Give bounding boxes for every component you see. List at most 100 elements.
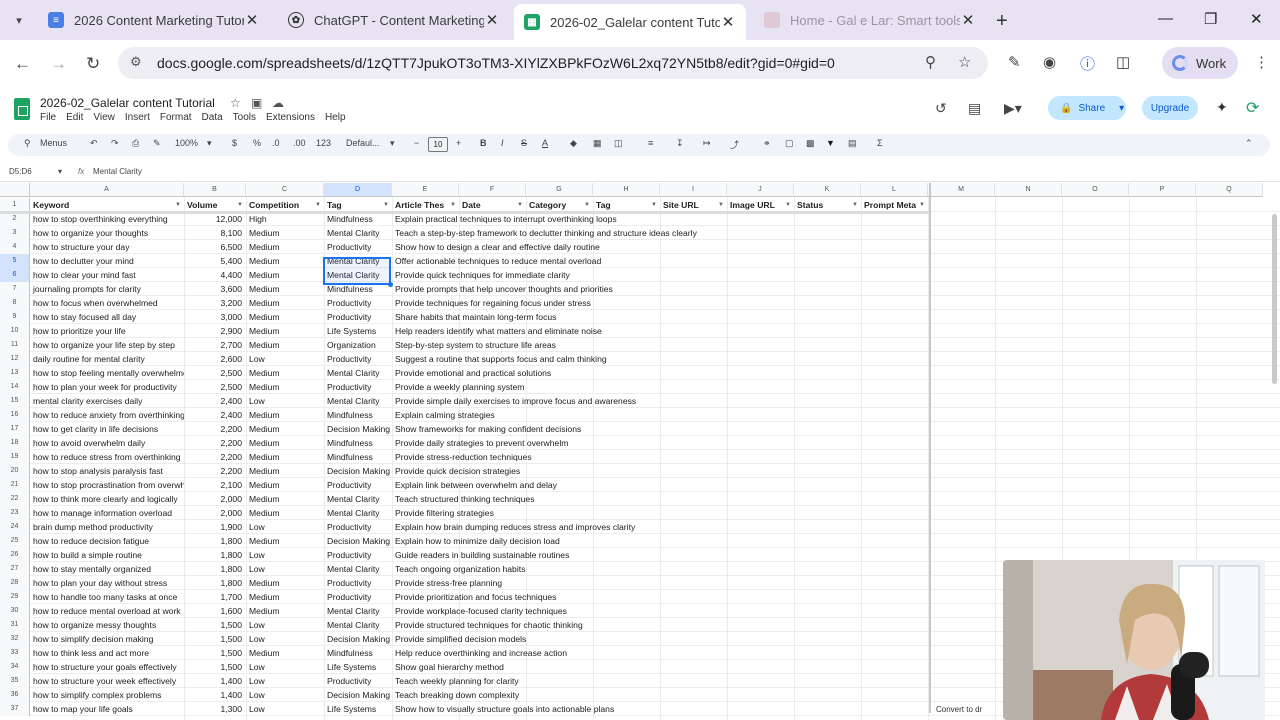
keyword-cell[interactable]: how to reduce stress from overthinking <box>30 450 184 464</box>
star-icon[interactable]: ☆ <box>230 96 241 110</box>
browser-tab-sheets[interactable]: ▦ 2026-02_Galelar content Tutori ✕ <box>514 4 746 40</box>
competition-cell[interactable]: Medium <box>246 408 324 422</box>
search-icon[interactable]: ⚲ <box>24 138 31 149</box>
forward-icon[interactable]: → <box>50 54 67 74</box>
tag-cell[interactable]: Mindfulness <box>324 408 392 422</box>
keyword-cell[interactable]: how to declutter your mind <box>30 254 184 268</box>
row-header[interactable]: 18 <box>0 436 30 450</box>
header-cell[interactable]: Category <box>526 198 593 212</box>
article-thesis-cell[interactable]: Provide simple daily exercises to improv… <box>392 394 792 408</box>
tag-cell[interactable]: Mindfulness <box>324 646 392 660</box>
volume-cell[interactable]: 1,800 <box>184 534 246 548</box>
article-thesis-cell[interactable]: Teach breaking down complexity <box>392 688 792 702</box>
tag-cell[interactable]: Mindfulness <box>324 450 392 464</box>
header-cell[interactable]: Image URL <box>727 198 794 212</box>
keyword-cell[interactable]: journaling prompts for clarity <box>30 282 184 296</box>
tab-search-icon[interactable]: ▾ <box>9 11 29 29</box>
volume-cell[interactable]: 1,500 <box>184 618 246 632</box>
article-thesis-cell[interactable]: Explain calming strategies <box>392 408 792 422</box>
keyword-cell[interactable]: daily routine for mental clarity <box>30 352 184 366</box>
row-header[interactable]: 14 <box>0 380 30 394</box>
competition-cell[interactable]: Low <box>246 548 324 562</box>
comment-icon[interactable]: ▢ <box>785 138 794 149</box>
row-header[interactable]: 28 <box>0 576 30 590</box>
row-header[interactable]: 36 <box>0 688 30 702</box>
url-text[interactable]: docs.google.com/spreadsheets/d/1zQTT7Jpu… <box>157 55 835 71</box>
gemini-icon[interactable]: ✦ <box>1216 99 1228 116</box>
volume-cell[interactable]: 1,500 <box>184 632 246 646</box>
tag-cell[interactable]: Productivity <box>324 576 392 590</box>
keyword-cell[interactable]: how to structure your goals effectively <box>30 660 184 674</box>
close-icon[interactable]: ✕ <box>960 11 976 29</box>
volume-cell[interactable]: 1,500 <box>184 660 246 674</box>
article-thesis-cell[interactable]: Teach a step-by-step framework to declut… <box>392 226 792 240</box>
tag-cell[interactable]: Productivity <box>324 296 392 310</box>
row-header[interactable]: 16 <box>0 408 30 422</box>
menu-format[interactable]: Format <box>160 112 192 123</box>
competition-cell[interactable]: Low <box>246 562 324 576</box>
pen-extension-icon[interactable]: ✎ <box>1008 53 1021 71</box>
row-header[interactable]: 32 <box>0 632 30 646</box>
article-thesis-cell[interactable]: Provide techniques for regaining focus u… <box>392 296 792 310</box>
column-header-l[interactable]: L <box>861 183 928 197</box>
keyword-cell[interactable]: how to plan your week for productivity <box>30 380 184 394</box>
keyword-cell[interactable]: how to simplify decision making <box>30 632 184 646</box>
meet-icon[interactable]: ▶▾ <box>1004 100 1022 117</box>
tag-cell[interactable]: Life Systems <box>324 702 392 716</box>
sheets-ai-icon[interactable]: ⟳ <box>1246 98 1259 118</box>
keyword-cell[interactable]: how to manage information overload <box>30 506 184 520</box>
browser-tab-docs[interactable]: ≡ 2026 Content Marketing Tutori ✕ <box>38 4 270 36</box>
row-header[interactable]: 13 <box>0 366 30 380</box>
row-header[interactable]: 22 <box>0 492 30 506</box>
volume-cell[interactable]: 2,700 <box>184 338 246 352</box>
keyword-cell[interactable]: how to reduce anxiety from overthinking <box>30 408 184 422</box>
header-cell[interactable]: Competition <box>246 198 324 212</box>
move-folder-icon[interactable]: ▣ <box>251 96 262 110</box>
volume-cell[interactable]: 2,000 <box>184 492 246 506</box>
tag-cell[interactable]: Mental Clarity <box>324 618 392 632</box>
close-icon[interactable]: ✕ <box>484 11 500 29</box>
collapse-toolbar-icon[interactable]: ⌃ <box>1245 138 1253 149</box>
article-thesis-cell[interactable]: Help reduce overthinking and increase ac… <box>392 646 792 660</box>
competition-cell[interactable]: Medium <box>246 478 324 492</box>
keyword-cell[interactable]: how to stop feeling mentally overwhelmed <box>30 366 184 380</box>
merge-cells-icon[interactable]: ◫ <box>614 138 623 149</box>
row-header[interactable]: 8 <box>0 296 30 310</box>
volume-cell[interactable]: 4,400 <box>184 268 246 282</box>
tag-cell[interactable]: Mental Clarity <box>324 492 392 506</box>
row-header[interactable]: 11 <box>0 338 30 352</box>
browser-tab-chatgpt[interactable]: ✿ ChatGPT - Content Marketing ✕ <box>278 4 510 36</box>
volume-cell[interactable]: 3,000 <box>184 310 246 324</box>
article-thesis-cell[interactable]: Provide workplace-focused clarity techni… <box>392 604 792 618</box>
article-thesis-cell[interactable]: Show how to visually structure goals int… <box>392 702 792 716</box>
browser-tab-home[interactable]: Home - Gal e Lar: Smart tools f ✕ <box>754 4 986 36</box>
fill-handle[interactable] <box>388 282 393 287</box>
column-header-a[interactable]: A <box>30 183 184 197</box>
competition-cell[interactable]: Medium <box>246 506 324 520</box>
profile-button[interactable]: Work <box>1162 47 1238 79</box>
tag-cell[interactable]: Productivity <box>324 240 392 254</box>
volume-cell[interactable]: 1,800 <box>184 562 246 576</box>
filter-dropdown-icon[interactable]: ▼ <box>785 202 791 208</box>
row-header[interactable]: 3 <box>0 226 30 240</box>
volume-cell[interactable]: 2,200 <box>184 464 246 478</box>
tag-cell[interactable]: Decision Making <box>324 422 392 436</box>
article-thesis-cell[interactable]: Provide daily strategies to prevent over… <box>392 436 792 450</box>
menu-edit[interactable]: Edit <box>66 112 83 123</box>
tag-cell[interactable]: Mental Clarity <box>324 562 392 576</box>
row-header[interactable]: 4 <box>0 240 30 254</box>
share-button[interactable]: 🔒 Share ▾ <box>1048 96 1126 120</box>
competition-cell[interactable]: Low <box>246 674 324 688</box>
close-icon[interactable]: ✕ <box>720 13 736 31</box>
tag-cell[interactable]: Mindfulness <box>324 212 392 226</box>
column-header-q[interactable]: Q <box>1196 183 1263 197</box>
column-header-o[interactable]: O <box>1062 183 1129 197</box>
tag-cell[interactable]: Mental Clarity <box>324 506 392 520</box>
new-tab-button[interactable]: + <box>996 10 1008 33</box>
column-header-c[interactable]: C <box>246 183 324 197</box>
volume-cell[interactable]: 1,700 <box>184 590 246 604</box>
keyword-cell[interactable]: how to organize your thoughts <box>30 226 184 240</box>
menu-file[interactable]: File <box>40 112 56 123</box>
tag-cell[interactable]: Productivity <box>324 478 392 492</box>
article-thesis-cell[interactable]: Teach ongoing organization habits <box>392 562 792 576</box>
